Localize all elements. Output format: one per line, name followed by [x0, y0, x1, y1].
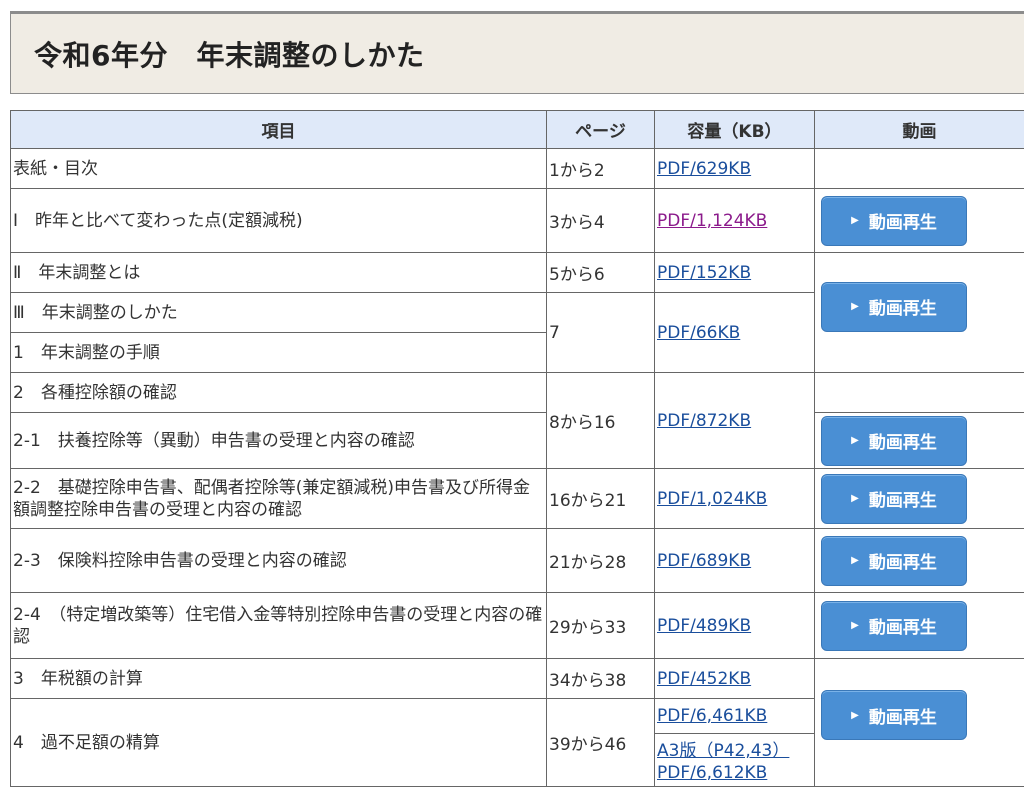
row-video: ▶ 動画再生 [814, 252, 1024, 373]
header-page: ページ [546, 110, 655, 149]
row-item: Ⅲ 年末調整のしかた [10, 292, 547, 333]
row-item: 2-1 扶養控除等（異動）申告書の受理と内容の確認 [10, 412, 547, 469]
row-page: 21から28 [546, 528, 655, 593]
row-item: 2-4 （特定増改築等）住宅借入金等特別控除申告書の受理と内容の確認 [10, 592, 547, 659]
row-video: ▶ 動画再生 [814, 188, 1024, 253]
row-size: PDF/452KB [654, 658, 815, 699]
play-video-label: 動画再生 [868, 707, 937, 728]
play-icon: ▶ [851, 215, 859, 226]
row-page: 34から38 [546, 658, 655, 699]
pdf-link-a3[interactable]: A3版（P42,43）PDF/6,612KB [657, 741, 789, 783]
page-title: 令和6年分 年末調整のしかた [34, 39, 425, 72]
row-size: PDF/689KB [654, 528, 815, 593]
pdf-link[interactable]: PDF/152KB [657, 263, 751, 283]
pdf-link[interactable]: PDF/1,024KB [657, 489, 767, 509]
row-video: ▶ 動画再生 [814, 412, 1024, 469]
row-video-empty [814, 148, 1024, 189]
row-page: 8から16 [546, 372, 655, 469]
pdf-link[interactable]: PDF/6,461KB [657, 706, 767, 726]
row-page: 29から33 [546, 592, 655, 659]
table-row: 2-4 （特定増改築等）住宅借入金等特別控除申告書の受理と内容の確認 29から3… [10, 592, 1024, 659]
pdf-link[interactable]: PDF/629KB [657, 159, 751, 179]
row-size: PDF/489KB [654, 592, 815, 659]
row-size: PDF/152KB [654, 252, 815, 293]
row-item: 4 過不足額の精算 [10, 698, 547, 787]
play-icon: ▶ [851, 620, 859, 631]
play-icon: ▶ [851, 301, 859, 312]
play-video-label: 動画再生 [868, 618, 937, 638]
pdf-link[interactable]: PDF/66KB [657, 323, 740, 343]
table-row: 2-2 基礎控除申告書、配偶者控除等(兼定額減税)申告書及び所得金額調整控除申告… [10, 468, 1024, 529]
row-item: 2-3 保険料控除申告書の受理と内容の確認 [10, 528, 547, 593]
play-icon: ▶ [851, 709, 859, 721]
row-page: 7 [546, 292, 655, 373]
row-size: PDF/1,024KB [654, 468, 815, 529]
header-video: 動画 [814, 110, 1024, 149]
play-video-button[interactable]: ▶ 動画再生 [821, 473, 967, 524]
table-row: Ⅰ 昨年と比べて変わった点(定額減税) 3から4 PDF/1,124KB ▶ 動画… [10, 188, 1024, 253]
play-video-label: 動画再生 [868, 553, 937, 573]
play-video-button[interactable]: ▶ 動画再生 [821, 535, 967, 586]
play-icon: ▶ [851, 435, 859, 446]
row-page: 39から46 [546, 698, 655, 787]
row-size: PDF/872KB [654, 372, 815, 469]
pdf-link[interactable]: PDF/689KB [657, 551, 751, 571]
pdf-link[interactable]: PDF/872KB [657, 411, 751, 431]
pdf-link[interactable]: PDF/489KB [657, 616, 751, 636]
pdf-link[interactable]: PDF/1,124KB [657, 211, 767, 231]
pdf-link[interactable]: PDF/452KB [657, 669, 751, 689]
row-item: 2-2 基礎控除申告書、配偶者控除等(兼定額減税)申告書及び所得金額調整控除申告… [10, 468, 547, 529]
table-row: 2 各種控除額の確認 8から16 PDF/872KB [10, 372, 1024, 469]
row-video: ▶ 動画再生 [814, 468, 1024, 529]
header-size: 容量（KB） [654, 110, 815, 149]
row-page: 5から6 [546, 252, 655, 293]
table-row: Ⅱ 年末調整とは 5から6 PDF/152KB ▶ 動画再生 [10, 252, 1024, 373]
play-video-label: 動画再生 [868, 213, 937, 233]
row-video: ▶ 動画再生 [814, 592, 1024, 659]
row-page: 1から2 [546, 148, 655, 189]
play-video-button[interactable]: ▶ 動画再生 [821, 600, 967, 651]
row-video: ▶ 動画再生 [814, 658, 1024, 787]
row-item: 3 年税額の計算 [10, 658, 547, 699]
row-size: PDF/6,461KB A3版（P42,43）PDF/6,612KB [654, 698, 815, 787]
row-size: PDF/1,124KB [654, 188, 815, 253]
document-table: 項目 ページ 容量（KB） 動画 表紙・目次 1から2 PDF/629KB Ⅰ … [10, 110, 1024, 787]
row-size: PDF/629KB [654, 148, 815, 189]
row-video: ▶ 動画再生 [814, 528, 1024, 593]
pdf-link-wrap: A3版（P42,43）PDF/6,612KB [655, 733, 814, 784]
play-video-label: 動画再生 [868, 491, 937, 511]
play-video-button[interactable]: ▶ 動画再生 [821, 690, 967, 740]
row-item: 2 各種控除額の確認 [10, 372, 547, 413]
table-header-row: 項目 ページ 容量（KB） 動画 [10, 110, 1024, 149]
play-video-button[interactable]: ▶ 動画再生 [821, 195, 967, 246]
play-icon: ▶ [851, 493, 859, 504]
row-video-empty [814, 372, 1024, 413]
row-item: 表紙・目次 [10, 148, 547, 189]
row-item: Ⅱ 年末調整とは [10, 252, 547, 293]
row-size: PDF/66KB [654, 292, 815, 373]
page-title-box: 令和6年分 年末調整のしかた [10, 11, 1024, 94]
table-row: 2-1 扶養控除等（異動）申告書の受理と内容の確認 ▶ 動画再生 [10, 412, 1024, 469]
table-row: 3 年税額の計算 34から38 PDF/452KB ▶ 動画再生 [10, 658, 1024, 787]
play-video-label: 動画再生 [868, 299, 937, 319]
header-item: 項目 [10, 110, 547, 149]
row-item: 1 年末調整の手順 [10, 332, 547, 373]
play-video-button[interactable]: ▶ 動画再生 [821, 415, 967, 466]
play-video-button[interactable]: ▶ 動画再生 [821, 281, 967, 332]
play-video-label: 動画再生 [868, 433, 937, 453]
row-page: 3から4 [546, 188, 655, 253]
row-page: 16から21 [546, 468, 655, 529]
table-row: 2-3 保険料控除申告書の受理と内容の確認 21から28 PDF/689KB ▶… [10, 528, 1024, 593]
play-icon: ▶ [851, 555, 859, 566]
table-row: 表紙・目次 1から2 PDF/629KB [10, 148, 1024, 189]
row-item: Ⅰ 昨年と比べて変わった点(定額減税) [10, 188, 547, 253]
pdf-link-wrap: PDF/6,461KB [657, 700, 814, 734]
